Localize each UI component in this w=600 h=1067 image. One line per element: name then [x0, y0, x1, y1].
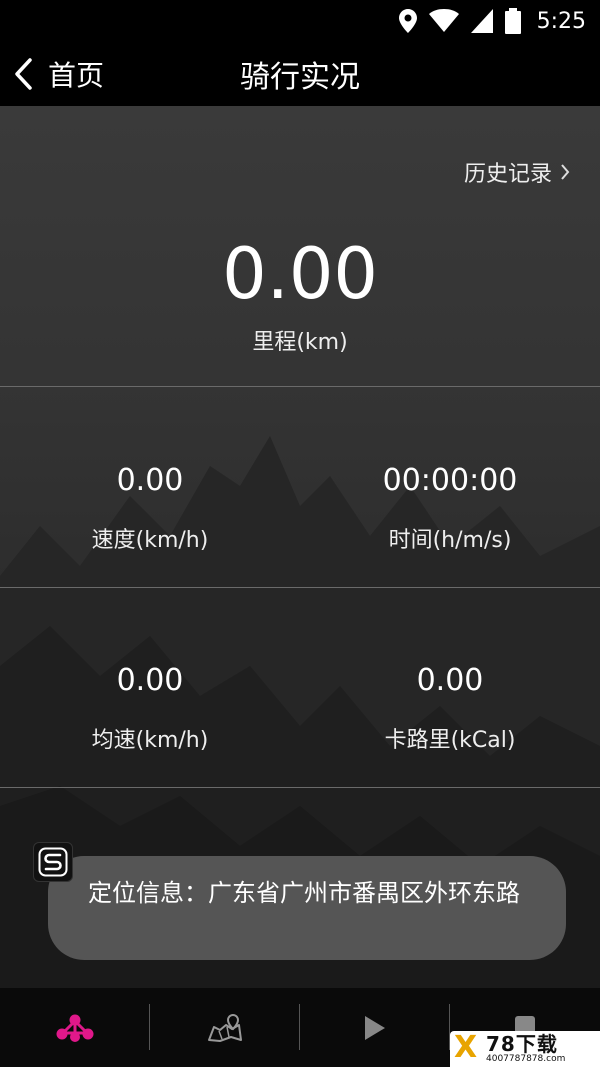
map-route-icon: [208, 1013, 242, 1042]
avg-speed-label: 均速(km/h): [91, 728, 209, 753]
chevron-left-icon: [15, 58, 32, 90]
watermark-url: 4007787878.com: [486, 1054, 566, 1064]
signal-icon: [470, 9, 493, 33]
status-icons: 5:25: [398, 6, 586, 36]
play-icon: [365, 1015, 385, 1040]
wifi-icon: [428, 9, 459, 32]
nav-bar: 骑行实况 首页: [0, 42, 600, 106]
location-icon: [398, 9, 417, 33]
history-records-link[interactable]: 历史记录: [464, 156, 570, 188]
distance-label: 里程(km): [252, 330, 348, 355]
tab-cycling[interactable]: [0, 988, 150, 1067]
watermark-brand: 78下载: [486, 1032, 558, 1056]
battery-icon: [504, 8, 521, 34]
history-records-label: 历史记录: [463, 162, 552, 187]
status-bar: 5:25: [0, 0, 600, 42]
speed-label: 速度(km/h): [91, 528, 209, 553]
tab-map[interactable]: [150, 988, 300, 1067]
avg-speed-value: 0.00: [116, 663, 184, 698]
watermark-x-icon: X: [454, 1031, 478, 1065]
chevron-right-icon: [561, 164, 570, 180]
speed-value: 0.00: [116, 463, 184, 498]
location-toast: 定位信息：广东省广州市番禺区外环东路: [48, 856, 566, 960]
watermark-logo: X 78下载 4007787878.com: [450, 1031, 600, 1067]
back-label: 首页: [48, 59, 105, 92]
back-button[interactable]: 首页: [12, 50, 104, 98]
distance-value: 0.00: [222, 233, 378, 315]
ride-dashboard: 历史记录 0.00 里程(km) 0.00 速度(km/h) 00:00:00 …: [0, 106, 600, 988]
time-label: 时间(h/m/s): [388, 528, 512, 553]
toast-text: 定位信息：广东省广州市番禺区外环东路: [88, 879, 520, 907]
clock: 5:25: [536, 8, 586, 34]
time-value: 00:00:00: [382, 463, 518, 498]
divider: [0, 787, 600, 788]
cycling-network-icon: [56, 1014, 94, 1042]
tab-start[interactable]: [300, 988, 450, 1067]
divider: [0, 386, 600, 387]
calories-label: 卡路里(kCal): [384, 728, 516, 753]
app-logo-icon: [33, 842, 73, 882]
divider: [0, 587, 600, 588]
calories-value: 0.00: [416, 663, 484, 698]
